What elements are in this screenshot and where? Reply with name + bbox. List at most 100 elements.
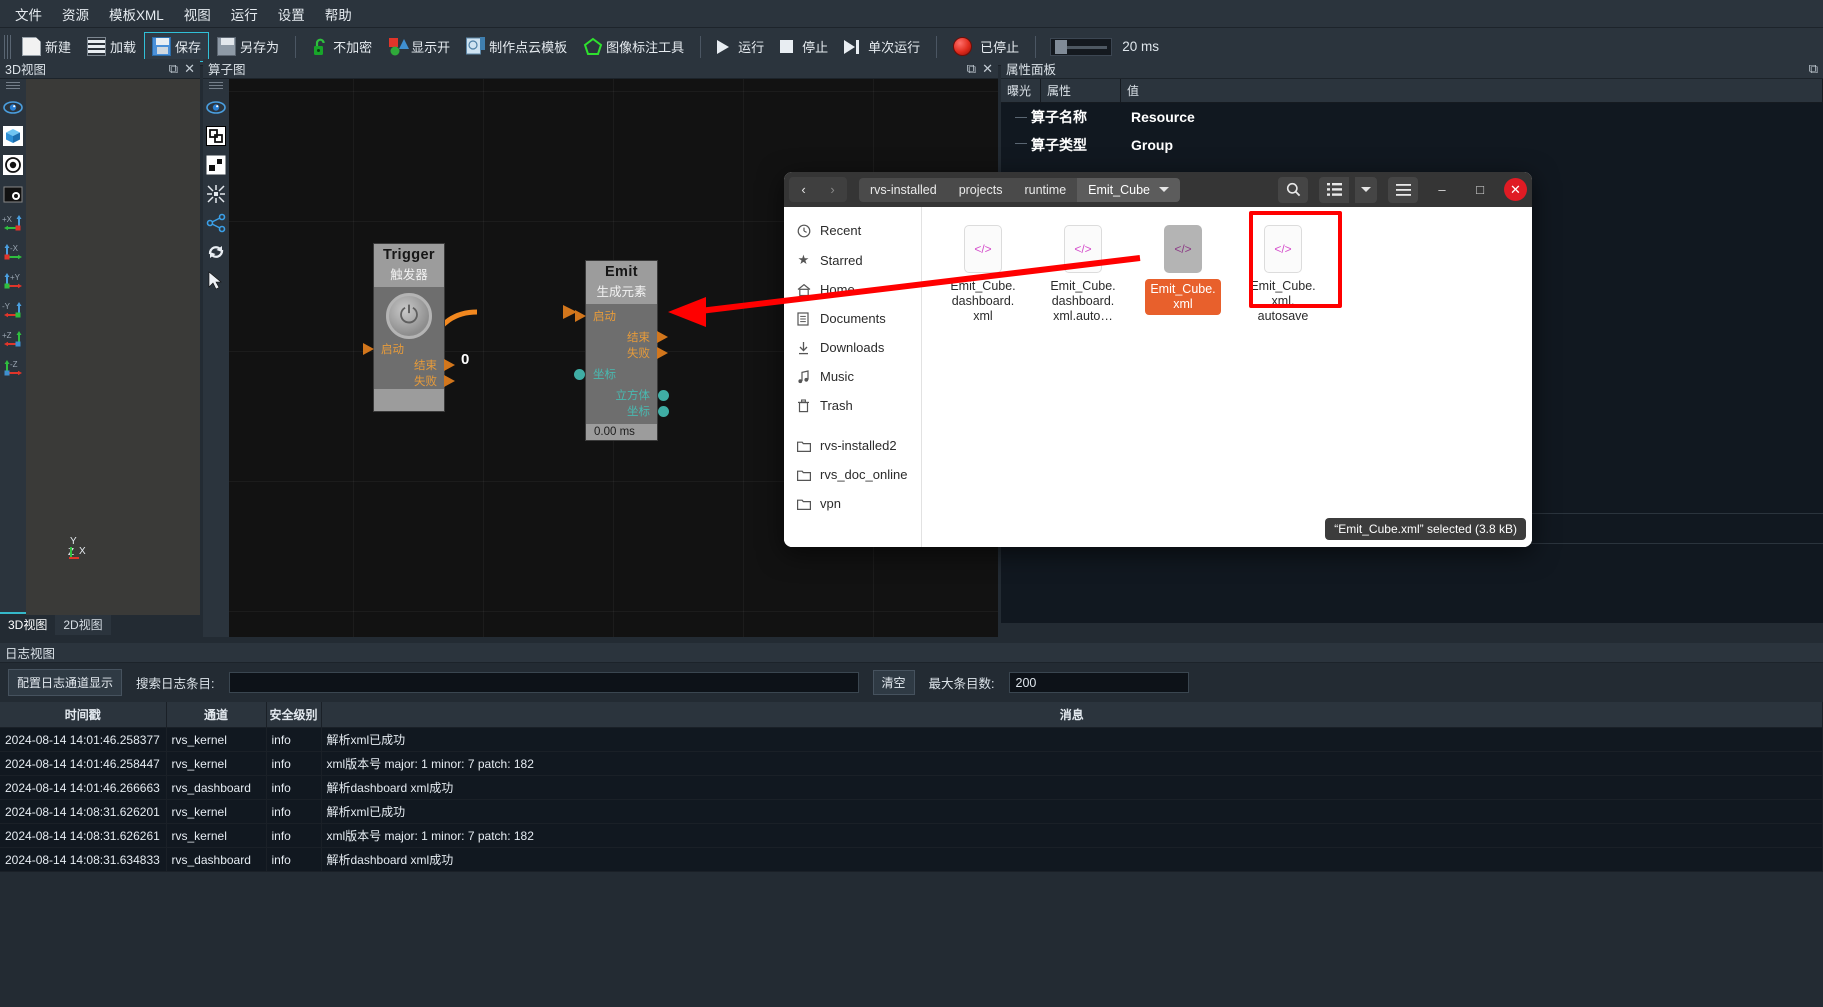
maximize-button[interactable]: □: [1466, 176, 1494, 204]
eye-icon[interactable]: [2, 96, 24, 118]
refresh-icon[interactable]: [205, 241, 227, 263]
property-row-operator-type[interactable]: 算子类型 Group: [1001, 131, 1823, 159]
menu-settings[interactable]: 设置: [269, 0, 314, 28]
view3d-toolbar-grip[interactable]: [6, 82, 20, 89]
view-options-chevron-icon[interactable]: [1355, 176, 1377, 203]
node-emit-output-fail[interactable]: 失败: [586, 345, 668, 361]
menu-help[interactable]: 帮助: [316, 0, 361, 28]
node-emit-input-start[interactable]: 启动: [575, 308, 657, 324]
configure-log-channels-button[interactable]: 配置日志通道显示: [8, 669, 123, 696]
breadcrumb-rvs-installed[interactable]: rvs-installed: [859, 177, 948, 202]
run-button[interactable]: 运行: [709, 32, 772, 62]
cube-icon[interactable]: [2, 125, 24, 147]
node-trigger-output-end[interactable]: 结束: [374, 357, 455, 373]
slider-knob[interactable]: [1055, 39, 1068, 54]
stop-button[interactable]: 停止: [772, 32, 836, 62]
file-grid[interactable]: </> Emit_Cube. dashboard. xml </> Emit_C…: [922, 207, 1532, 547]
axis-minus-y-icon[interactable]: -Y: [2, 299, 24, 321]
clear-log-button[interactable]: 清空: [872, 670, 915, 695]
menu-file[interactable]: 文件: [6, 0, 51, 28]
collapse-icon[interactable]: [205, 183, 227, 205]
table-row[interactable]: 2024-08-14 14:01:46.258447 rvs_kernel in…: [0, 751, 1823, 776]
node-emit-data-input-pose[interactable]: 坐标: [574, 366, 657, 382]
axis-plus-y-icon[interactable]: +Y: [2, 270, 24, 292]
single-run-button[interactable]: 单次运行: [836, 32, 928, 62]
sidebar-item-rvs-installed2[interactable]: rvs-installed2: [784, 431, 921, 460]
tab-2d-view[interactable]: 2D视图: [55, 612, 111, 635]
chevron-down-icon[interactable]: [1159, 187, 1169, 192]
load-button[interactable]: 加载: [79, 32, 144, 62]
property-row-operator-name[interactable]: 算子名称 Resource: [1001, 103, 1823, 131]
node-emit-data-output-cube[interactable]: 立方体: [586, 387, 669, 403]
interval-slider[interactable]: [1050, 37, 1113, 56]
encrypt-toggle-button[interactable]: 不加密: [304, 32, 380, 62]
menu-template-xml[interactable]: 模板XML: [100, 0, 173, 28]
sidebar-item-documents[interactable]: Documents: [784, 304, 921, 333]
table-row[interactable]: 2024-08-14 14:08:31.634833 rvs_dashboard…: [0, 847, 1823, 872]
cursor-icon[interactable]: [205, 270, 227, 292]
minimize-button[interactable]: –: [1428, 176, 1456, 204]
list-view-icon[interactable]: [1319, 176, 1349, 203]
screenshot-icon[interactable]: [2, 183, 24, 205]
max-entries-input[interactable]: [1008, 672, 1189, 693]
sidebar-item-rvs-doc-online[interactable]: rvs_doc_online: [784, 460, 921, 489]
pointcloud-template-button[interactable]: 制作点云模板: [458, 32, 575, 62]
breadcrumb-emit-cube[interactable]: Emit_Cube: [1077, 177, 1180, 202]
axis-minus-z-icon[interactable]: -Z: [2, 357, 24, 379]
axis-plus-x-icon[interactable]: +X: [2, 212, 24, 234]
eye-icon[interactable]: [205, 96, 227, 118]
view3d-canvas[interactable]: Y Z X: [26, 79, 200, 615]
file-item-emit-cube-xml[interactable]: </> Emit_Cube. xml: [1140, 221, 1226, 319]
log-col-timestamp[interactable]: 时间戳: [0, 702, 167, 728]
interval-slider-group[interactable]: 20 ms: [1044, 37, 1159, 56]
save-button[interactable]: 保存: [144, 31, 210, 62]
menu-run[interactable]: 运行: [222, 0, 267, 28]
tab-3d-view[interactable]: 3D视图: [0, 612, 56, 635]
view3d-float-icon[interactable]: ⧉: [169, 61, 178, 77]
log-col-level[interactable]: 安全级别: [266, 702, 322, 728]
sidebar-item-music[interactable]: Music: [784, 362, 921, 391]
sidebar-item-recent[interactable]: Recent: [784, 216, 921, 245]
trigger-power-icon[interactable]: ⏻: [386, 293, 432, 339]
axis-plus-z-icon[interactable]: +Z: [2, 328, 24, 350]
table-row[interactable]: 2024-08-14 14:08:31.626261 rvs_kernel in…: [0, 823, 1823, 848]
node-emit-output-end[interactable]: 结束: [586, 329, 668, 345]
sidebar-item-home[interactable]: Home: [784, 275, 921, 304]
axis-minus-x-icon[interactable]: -X: [2, 241, 24, 263]
table-row[interactable]: 2024-08-14 14:01:46.258377 rvs_kernel in…: [0, 727, 1823, 752]
node-emit[interactable]: Emit 生成元素 启动 结束 失败 坐标 立方体 坐标 0.00 ms: [574, 261, 669, 440]
view3d-close-icon[interactable]: ✕: [184, 61, 195, 77]
share-nodes-icon[interactable]: [205, 212, 227, 234]
node-trigger-output-fail[interactable]: 失败: [374, 373, 455, 389]
file-item-emit-cube-xml-autosave[interactable]: </> Emit_Cube. xml. autosave: [1240, 221, 1326, 327]
breadcrumb-projects[interactable]: projects: [947, 177, 1014, 202]
menu-view[interactable]: 视图: [175, 0, 220, 28]
sidebar-item-downloads[interactable]: Downloads: [784, 333, 921, 362]
target-icon[interactable]: [2, 154, 24, 176]
breadcrumb-runtime[interactable]: runtime: [1013, 177, 1078, 202]
node-emit-data-output-pose[interactable]: 坐标: [586, 403, 669, 419]
group-select-icon[interactable]: [205, 125, 227, 147]
table-row[interactable]: 2024-08-14 14:01:46.266663 rvs_dashboard…: [0, 775, 1823, 800]
table-row[interactable]: 2024-08-14 14:08:31.626201 rvs_kernel in…: [0, 799, 1823, 824]
layout-nodes-icon[interactable]: [205, 154, 227, 176]
log-search-input[interactable]: [228, 672, 859, 693]
node-trigger[interactable]: Trigger 触发器 ⏻ 启动 结束 失败: [363, 244, 455, 411]
back-button[interactable]: ‹: [789, 177, 818, 202]
new-button[interactable]: 新建: [14, 32, 79, 62]
display-toggle-button[interactable]: 显示开: [380, 32, 458, 62]
sidebar-item-vpn[interactable]: vpn: [784, 489, 921, 518]
forward-button[interactable]: ›: [818, 177, 847, 202]
property-float-icon[interactable]: ⧉: [1809, 61, 1818, 77]
log-col-message[interactable]: 消息: [321, 702, 1823, 728]
hamburger-menu-icon[interactable]: [1388, 176, 1418, 203]
close-button[interactable]: ✕: [1504, 178, 1527, 201]
toolbar-grip[interactable]: [4, 34, 11, 59]
menu-resource[interactable]: 资源: [53, 0, 98, 28]
file-item-dashboard-xml-autosave[interactable]: </> Emit_Cube. dashboard. xml.auto…: [1040, 221, 1126, 327]
graph-toolbar-grip[interactable]: [209, 82, 223, 89]
file-chooser-dialog[interactable]: ‹ › rvs-installed projects runtime Emit_…: [784, 172, 1532, 547]
save-as-button[interactable]: 另存为: [209, 32, 287, 62]
sidebar-item-starred[interactable]: ★ Starred: [784, 245, 921, 275]
graph-float-icon[interactable]: ⧉: [967, 61, 976, 77]
